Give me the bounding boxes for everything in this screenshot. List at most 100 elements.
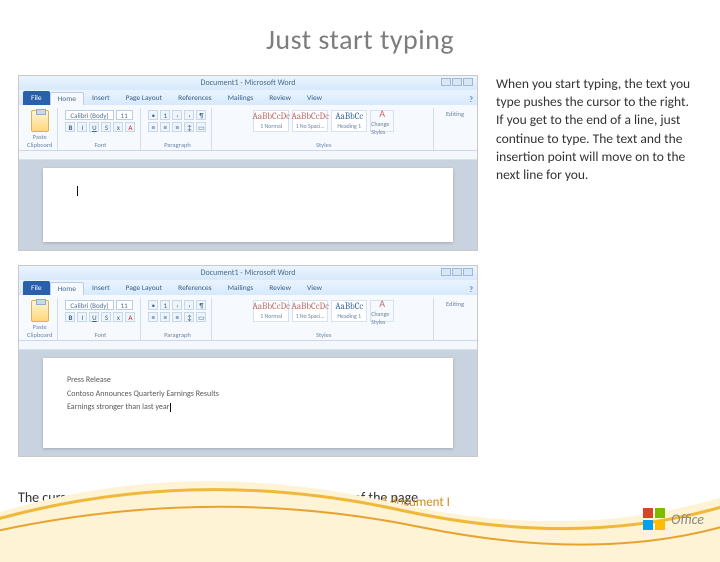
ruler [19,341,477,350]
change-styles-button[interactable]: AChange Styles [370,300,394,322]
doc-line-3-text: Earnings stronger than last year [67,401,169,415]
font-color-button[interactable]: A [125,312,135,322]
text-cursor-icon [170,403,171,412]
tab-file[interactable]: File [23,281,50,295]
align-right-button[interactable]: ≡ [172,312,182,322]
align-center-button[interactable]: ≡ [160,122,170,132]
style-no-spacing[interactable]: AaBbCcDc1 No Spaci... [292,300,328,322]
indent-inc-button[interactable]: › [184,300,194,310]
line-spacing-button[interactable]: ↕ [184,312,194,322]
bullets-button[interactable]: • [148,110,158,120]
font-size-select[interactable]: 11 [116,300,133,310]
ribbon: Paste Clipboard Calibri (Body) 11 B I U [19,105,477,151]
style-no-spacing[interactable]: AaBbCcDc 1 No Spaci... [292,110,328,132]
font-name-select[interactable]: Calibri (Body) [65,110,113,120]
style-nospacing-label: 1 No Spaci... [296,122,325,130]
document-page-blank[interactable] [43,168,453,242]
font-size-select[interactable]: 11 [116,110,133,120]
strike-button[interactable]: S [101,312,111,322]
maximize-icon [452,78,462,86]
indent-inc-button[interactable]: › [184,110,194,120]
close-icon [463,78,473,86]
tab-page-layout[interactable]: Page Layout [118,91,171,105]
ribbon: Paste Clipboard Calibri (Body) 11 BIUSxA… [19,295,477,341]
sort-button[interactable]: ¶ [196,300,206,310]
page-area [19,160,477,250]
tab-view[interactable]: View [299,281,330,295]
subscript-button[interactable]: x [113,122,123,132]
numbering-button[interactable]: 1 [160,300,170,310]
paste-icon[interactable] [31,110,49,132]
style-normal[interactable]: AaBbCcDc1 Normal [253,300,289,322]
style-heading1[interactable]: AaBbCc Heading 1 [331,110,367,132]
tab-page-layout[interactable]: Page Layout [118,281,171,295]
help-icon[interactable]: ? [469,285,473,295]
tab-mailings[interactable]: Mailings [220,91,262,105]
style-sample: AaBbCc [335,302,363,312]
paragraph-group-label: Paragraph [164,331,191,339]
slide-footer: Create your first Word document I [0,495,720,510]
tab-home[interactable]: Home [50,282,84,295]
bullets-button[interactable]: • [148,300,158,310]
ribbon-tabs: File Home Insert Page Layout References … [19,280,477,295]
help-icon[interactable]: ? [469,95,473,105]
paste-icon[interactable] [31,300,49,322]
numbering-button[interactable]: 1 [160,110,170,120]
styles-group-label: Styles [316,331,331,339]
tab-insert[interactable]: Insert [84,91,118,105]
tab-references[interactable]: References [170,281,219,295]
ribbon-group-clipboard: Paste Clipboard [22,108,58,150]
ribbon-group-editing: Editing [436,298,474,340]
underline-button[interactable]: U [89,122,99,132]
ribbon-group-font: Calibri (Body) 11 B I U S x A Font [60,108,141,150]
style-sample: AaBbCcDc [253,112,290,122]
tab-file[interactable]: File [23,91,50,105]
font-group-label: Font [94,141,106,149]
strike-button[interactable]: S [101,122,111,132]
bold-button[interactable]: B [65,312,75,322]
sort-button[interactable]: ¶ [196,110,206,120]
document-page-typed[interactable]: Press Release Contoso Announces Quarterl… [43,358,453,448]
explanation-text: When you start typing, the text you type… [496,75,696,471]
office-brand-text: Office [671,511,704,528]
tab-review[interactable]: Review [261,91,299,105]
ribbon-group-paragraph: •1‹›¶ ≡≡≡↕▭ Paragraph [143,298,212,340]
tab-home[interactable]: Home [50,92,84,105]
paste-label: Paste [33,323,47,331]
word-screenshot-empty: Document1 - Microsoft Word File Home Ins… [18,75,478,251]
styles-group-label: Styles [316,141,331,149]
maximize-icon [452,268,462,276]
tab-references[interactable]: References [170,91,219,105]
underline-button[interactable]: U [89,312,99,322]
shading-button[interactable]: ▭ [196,122,206,132]
window-title: Document1 - Microsoft Word [201,268,296,278]
content-row: Document1 - Microsoft Word File Home Ins… [0,57,720,471]
tab-review[interactable]: Review [261,281,299,295]
align-center-button[interactable]: ≡ [160,312,170,322]
font-format-buttons: B I U S x A [65,122,135,132]
align-left-button[interactable]: ≡ [148,312,158,322]
italic-button[interactable]: I [77,122,87,132]
change-styles-button[interactable]: A Change Styles [370,110,394,132]
style-normal[interactable]: AaBbCcDc 1 Normal [253,110,289,132]
align-right-button[interactable]: ≡ [172,122,182,132]
subscript-button[interactable]: x [113,312,123,322]
style-sample: AaBbCc [335,112,363,122]
ribbon-group-clipboard: Paste Clipboard [22,298,58,340]
tab-view[interactable]: View [299,91,330,105]
font-color-button[interactable]: A [125,122,135,132]
ribbon-group-editing: Editing [436,108,474,150]
office-logo: Office [643,508,704,530]
window-titlebar: Document1 - Microsoft Word [19,76,477,90]
align-left-button[interactable]: ≡ [148,122,158,132]
tab-mailings[interactable]: Mailings [220,281,262,295]
tab-insert[interactable]: Insert [84,281,118,295]
indent-dec-button[interactable]: ‹ [172,300,182,310]
italic-button[interactable]: I [77,312,87,322]
line-spacing-button[interactable]: ↕ [184,122,194,132]
style-heading1[interactable]: AaBbCcHeading 1 [331,300,367,322]
font-name-select[interactable]: Calibri (Body) [65,300,113,310]
bold-button[interactable]: B [65,122,75,132]
indent-dec-button[interactable]: ‹ [172,110,182,120]
shading-button[interactable]: ▭ [196,312,206,322]
